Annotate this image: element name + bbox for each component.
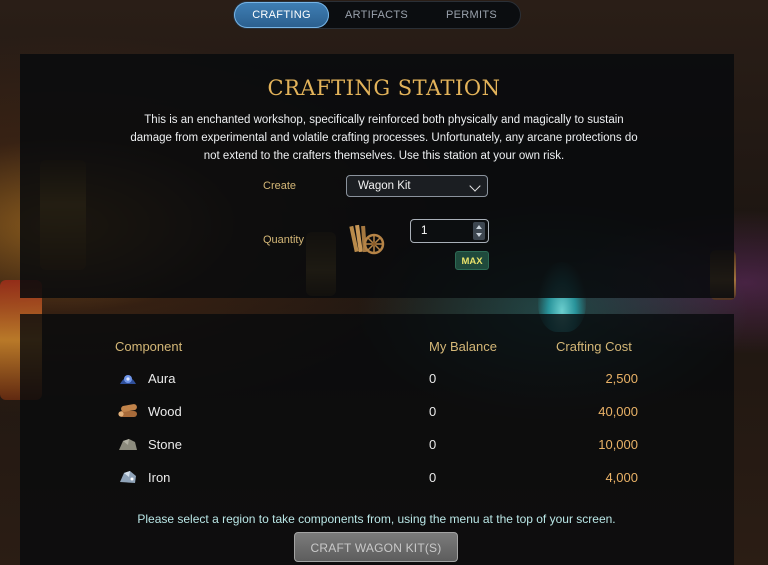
- stone-icon: [119, 439, 137, 450]
- balance-value: 0: [429, 404, 437, 419]
- wood-icon: [118, 404, 137, 417]
- column-header-component: Component: [115, 339, 183, 354]
- component-name: Wood: [148, 404, 182, 419]
- wagon-kit-icon: [349, 224, 385, 255]
- component-name: Aura: [148, 371, 176, 386]
- cost-value: 2,500: [605, 371, 638, 386]
- cost-value: 40,000: [598, 404, 638, 419]
- create-label: Create: [263, 180, 297, 192]
- tab-permits[interactable]: PERMITS: [424, 2, 519, 28]
- balance-value: 0: [429, 470, 437, 485]
- column-header-balance: My Balance: [429, 339, 497, 354]
- stepper-up-icon[interactable]: [476, 225, 482, 229]
- aura-icon: [120, 375, 136, 384]
- region-note: Please select a region to take component…: [137, 512, 616, 526]
- cost-value: 4,000: [605, 470, 638, 485]
- quantity-label: Quantity: [263, 234, 304, 246]
- component-name: Stone: [148, 437, 182, 452]
- cost-value: 10,000: [598, 437, 638, 452]
- balance-value: 0: [429, 371, 437, 386]
- balance-value: 0: [429, 437, 437, 452]
- chevron-down-icon: [469, 180, 481, 192]
- quantity-stepper[interactable]: [473, 222, 485, 240]
- create-select-value: Wagon Kit: [358, 180, 411, 192]
- max-button[interactable]: MAX: [455, 251, 489, 270]
- column-header-cost: Crafting Cost: [556, 339, 632, 354]
- station-description: This is an enchanted workshop, specifica…: [130, 114, 638, 162]
- tab-crafting[interactable]: CRAFTING: [234, 2, 329, 28]
- create-select[interactable]: Wagon Kit: [346, 175, 488, 197]
- tab-bar: CRAFTING ARTIFACTS PERMITS: [233, 1, 521, 29]
- craft-button[interactable]: CRAFT WAGON KIT(S): [294, 532, 458, 562]
- page-title: CRAFTING STATION: [267, 76, 501, 100]
- tab-artifacts[interactable]: ARTIFACTS: [329, 2, 424, 28]
- stepper-down-icon[interactable]: [476, 233, 482, 237]
- iron-icon: [120, 471, 136, 483]
- quantity-input[interactable]: 1: [410, 219, 489, 243]
- component-name: Iron: [148, 470, 171, 485]
- quantity-value: 1: [421, 225, 428, 237]
